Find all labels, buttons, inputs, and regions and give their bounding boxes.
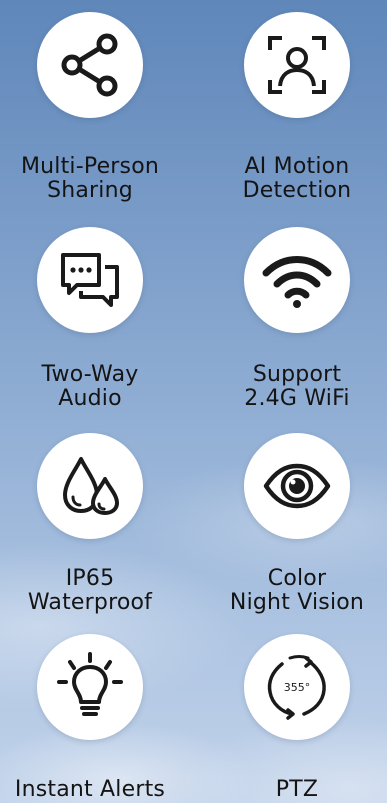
feature-instant-alerts: Instant Alerts bbox=[0, 630, 180, 803]
face-scan-icon bbox=[268, 36, 326, 94]
feature-color-night-vision: Color Night Vision bbox=[207, 425, 387, 630]
chat-bubbles-icon bbox=[61, 253, 119, 307]
wifi-icon bbox=[262, 256, 332, 308]
feature-label: Instant Alerts bbox=[14, 777, 166, 802]
feature-ptz: 355° PTZ bbox=[207, 630, 387, 803]
feature-icon-circle bbox=[37, 433, 143, 539]
feature-multi-person-sharing: Multi-Person Sharing bbox=[0, 0, 180, 215]
feature-two-way-audio: Two-Way Audio bbox=[0, 215, 180, 425]
share-icon bbox=[61, 33, 118, 97]
feature-label: Multi-Person Sharing bbox=[20, 154, 160, 203]
feature-icon-circle bbox=[37, 12, 143, 118]
feature-ai-motion-detection: AI Motion Detection bbox=[207, 0, 387, 215]
feature-icon-circle bbox=[244, 433, 350, 539]
feature-icon-circle bbox=[37, 634, 143, 740]
light-bulb-icon bbox=[57, 652, 123, 716]
feature-label: IP65 Waterproof bbox=[27, 566, 153, 615]
feature-label: Color Night Vision bbox=[229, 566, 365, 615]
feature-ip65-waterproof: IP65 Waterproof bbox=[0, 425, 180, 630]
feature-label: AI Motion Detection bbox=[242, 154, 352, 203]
feature-wifi-support: Support 2.4G WiFi bbox=[207, 215, 387, 425]
feature-icon-circle bbox=[37, 227, 143, 333]
feature-label: Support 2.4G WiFi bbox=[244, 362, 350, 411]
feature-icon-circle bbox=[244, 227, 350, 333]
rotate-355-icon: 355° bbox=[267, 655, 326, 720]
feature-label: PTZ bbox=[275, 777, 319, 802]
feature-icon-circle: 355° bbox=[244, 634, 350, 740]
eye-icon bbox=[263, 463, 331, 509]
rotation-badge: 355° bbox=[284, 681, 311, 694]
water-drops-icon bbox=[63, 457, 119, 515]
feature-label: Two-Way Audio bbox=[41, 362, 139, 411]
feature-icon-circle bbox=[244, 12, 350, 118]
